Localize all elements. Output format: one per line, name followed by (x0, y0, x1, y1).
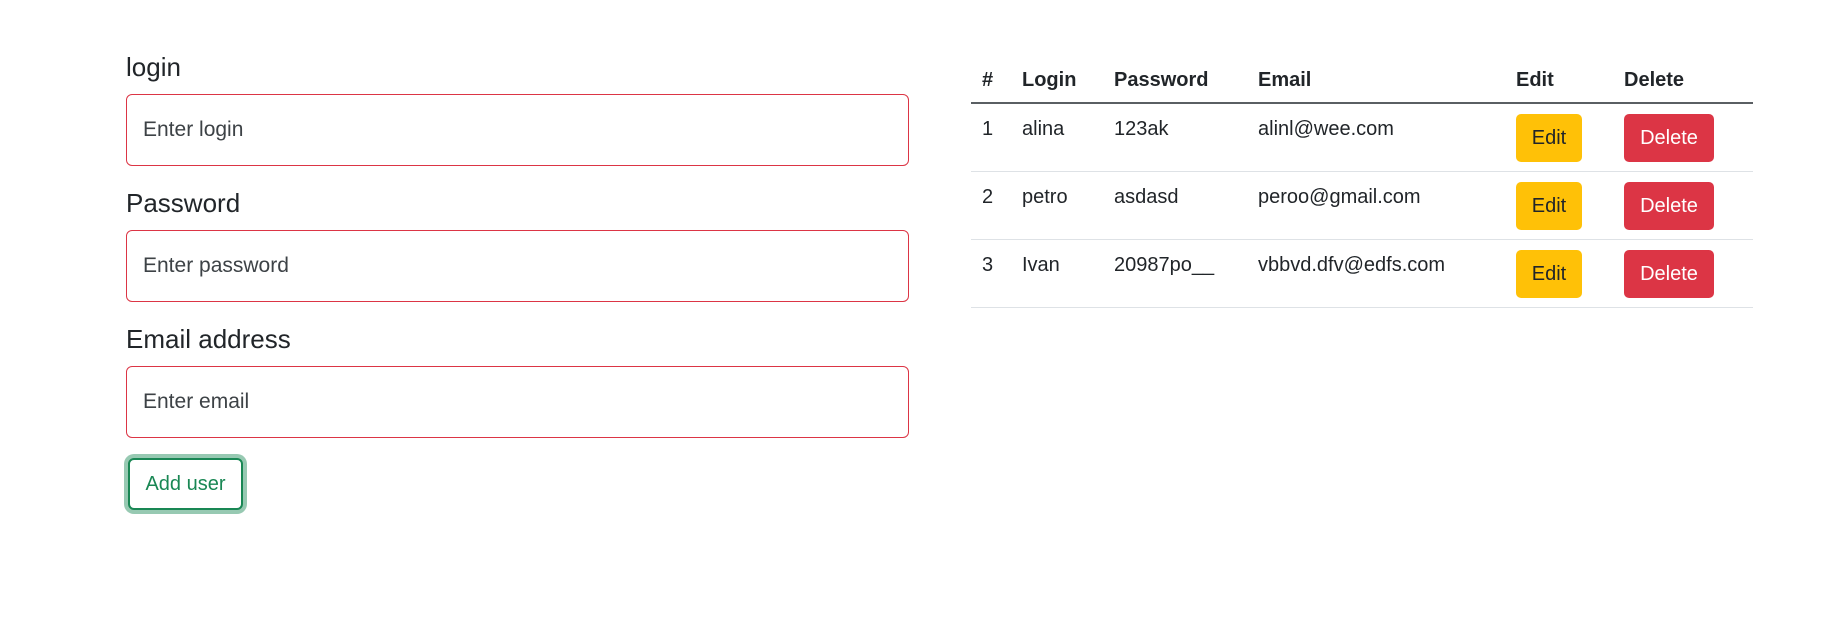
row-edit-cell: Edit (1505, 103, 1613, 172)
login-input[interactable] (126, 94, 909, 166)
header-password: Password (1103, 58, 1247, 104)
header-number: # (971, 58, 1011, 104)
row-login: alina (1011, 103, 1103, 172)
add-user-button[interactable]: Add user (128, 458, 243, 510)
table-row: 3 Ivan 20987po__ vbbvd.dfv@edfs.com Edit… (971, 239, 1753, 308)
table-row: 2 petro asdasd peroo@gmail.com Edit Dele… (971, 171, 1753, 240)
row-delete-cell: Delete (1613, 239, 1753, 308)
row-email: alinl@wee.com (1247, 103, 1505, 172)
header-edit: Edit (1505, 58, 1613, 104)
row-edit-cell: Edit (1505, 171, 1613, 240)
row-password: asdasd (1103, 171, 1247, 240)
edit-button[interactable]: Edit (1516, 114, 1582, 162)
add-user-form: login Password Email address Add user (126, 50, 909, 510)
row-password: 123ak (1103, 103, 1247, 172)
edit-button[interactable]: Edit (1516, 181, 1582, 230)
password-label: Password (126, 188, 241, 218)
row-delete-cell: Delete (1613, 103, 1753, 172)
email-input[interactable] (126, 366, 909, 438)
email-label: Email address (126, 324, 291, 354)
row-delete-cell: Delete (1613, 171, 1753, 240)
row-email: peroo@gmail.com (1247, 171, 1505, 240)
row-password: 20987po__ (1103, 239, 1247, 308)
row-number: 3 (971, 239, 1011, 308)
row-number: 1 (971, 103, 1011, 172)
header-email: Email (1247, 58, 1505, 104)
login-label: login (126, 52, 181, 82)
delete-button[interactable]: Delete (1624, 114, 1714, 162)
header-login: Login (1011, 58, 1103, 104)
row-login: Ivan (1011, 239, 1103, 308)
users-table-container: # Login Password Email Edit Delete 1 ali… (971, 58, 1753, 308)
row-edit-cell: Edit (1505, 239, 1613, 308)
row-email: vbbvd.dfv@edfs.com (1247, 239, 1505, 308)
table-header-row: # Login Password Email Edit Delete (971, 58, 1753, 104)
delete-button[interactable]: Delete (1624, 249, 1714, 298)
password-input[interactable] (126, 230, 909, 302)
delete-button[interactable]: Delete (1624, 181, 1714, 230)
users-table: # Login Password Email Edit Delete 1 ali… (971, 58, 1753, 308)
edit-button[interactable]: Edit (1516, 249, 1582, 298)
row-login: petro (1011, 171, 1103, 240)
row-number: 2 (971, 171, 1011, 240)
header-delete: Delete (1613, 58, 1753, 104)
table-row: 1 alina 123ak alinl@wee.com Edit Delete (971, 103, 1753, 172)
